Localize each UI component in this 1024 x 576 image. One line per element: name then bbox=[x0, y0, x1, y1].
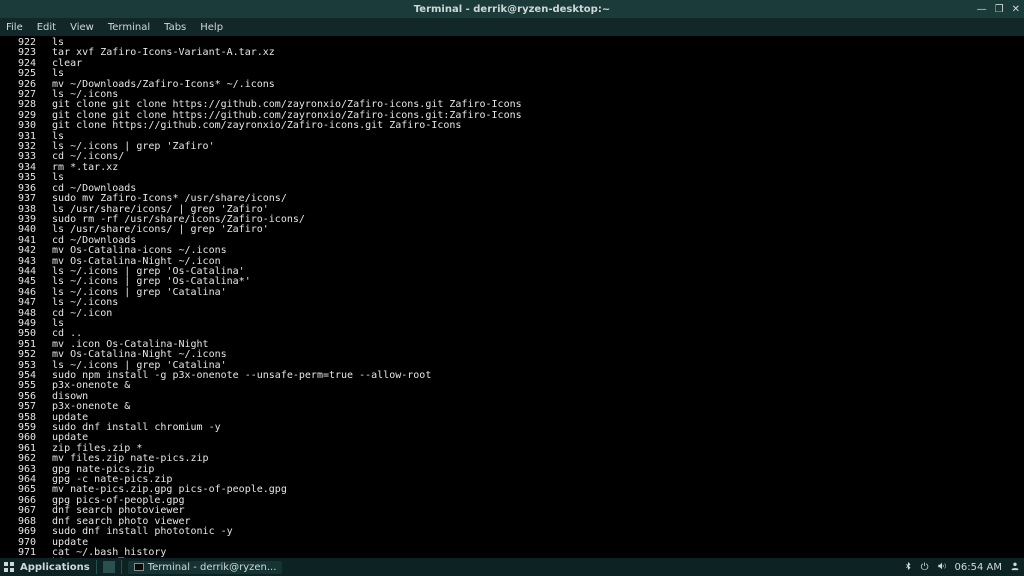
history-line: 959 sudo dnf install chromium -y bbox=[4, 423, 1024, 433]
history-command: git clone https://github.com/zayronxio/Z… bbox=[40, 121, 1024, 131]
taskbar-separator bbox=[96, 560, 97, 574]
user-menu-icon[interactable] bbox=[1010, 561, 1020, 574]
history-line: 969 sudo dnf install phototonic -y bbox=[4, 527, 1024, 537]
history-line: 930 git clone https://github.com/zayronx… bbox=[4, 121, 1024, 131]
history-command: sudo dnf install chromium -y bbox=[40, 423, 1024, 433]
history-line: 946 ls ~/.icons | grep 'Catalina' bbox=[4, 288, 1024, 298]
history-command: cat ~/.bash_history bbox=[40, 548, 1024, 558]
history-line: 962 mv files.zip nate-pics.zip bbox=[4, 454, 1024, 464]
history-command: ls /usr/share/icons/ | grep 'Zafiro' bbox=[40, 225, 1024, 235]
history-line: 924 clear bbox=[4, 59, 1024, 69]
history-command: ls bbox=[40, 173, 1024, 183]
history-command: sudo mv Zafiro-Icons* /usr/share/icons/ bbox=[40, 194, 1024, 204]
history-number: 942 bbox=[4, 246, 40, 256]
history-command: ls ~/.icons | grep 'Zafiro' bbox=[40, 142, 1024, 152]
terminal-icon bbox=[134, 563, 144, 571]
window-title: Terminal - derrik@ryzen-desktop:~ bbox=[414, 4, 610, 15]
history-command: cd ~/.icons/ bbox=[40, 152, 1024, 162]
task-label: Terminal - derrik@ryzen... bbox=[148, 562, 277, 573]
history-command: ls ~/.icons bbox=[40, 298, 1024, 308]
history-line: 942 mv Os-Catalina-icons ~/.icons bbox=[4, 246, 1024, 256]
taskbar-task-terminal[interactable]: Terminal - derrik@ryzen... bbox=[128, 561, 283, 574]
menu-file[interactable]: File bbox=[6, 22, 23, 33]
taskbar-separator bbox=[121, 560, 122, 574]
history-line: 937 sudo mv Zafiro-Icons* /usr/share/ico… bbox=[4, 194, 1024, 204]
menu-help[interactable]: Help bbox=[200, 22, 223, 33]
applications-button[interactable]: Applications bbox=[20, 562, 90, 573]
history-line: 926 mv ~/Downloads/Zafiro-Icons* ~/.icon… bbox=[4, 80, 1024, 90]
history-command: rm *.tar.xz bbox=[40, 163, 1024, 173]
history-line: 956 disown bbox=[4, 392, 1024, 402]
menu-view[interactable]: View bbox=[70, 22, 94, 33]
history-line: 940 ls /usr/share/icons/ | grep 'Zafiro' bbox=[4, 225, 1024, 235]
menu-bar: File Edit View Terminal Tabs Help bbox=[0, 18, 1024, 36]
close-button[interactable]: ✕ bbox=[1012, 4, 1020, 15]
minimize-button[interactable]: — bbox=[977, 4, 987, 15]
show-desktop-button[interactable] bbox=[103, 561, 115, 573]
history-command: sudo npm install -g p3x-onenote --unsafe… bbox=[40, 371, 1024, 381]
history-line: 932 ls ~/.icons | grep 'Zafiro' bbox=[4, 142, 1024, 152]
history-command: sudo dnf install phototonic -y bbox=[40, 527, 1024, 537]
volume-icon[interactable] bbox=[937, 561, 947, 574]
menu-tabs[interactable]: Tabs bbox=[164, 22, 186, 33]
history-command: clear bbox=[40, 59, 1024, 69]
history-command: gpg nate-pics.zip bbox=[40, 465, 1024, 475]
history-command: mv files.zip nate-pics.zip bbox=[40, 454, 1024, 464]
taskbar: Applications Terminal - derrik@ryzen... … bbox=[0, 558, 1024, 576]
menu-terminal[interactable]: Terminal bbox=[108, 22, 150, 33]
history-command: cd ~/.icon bbox=[40, 309, 1024, 319]
history-command: p3x-onenote & bbox=[40, 402, 1024, 412]
window-titlebar: Terminal - derrik@ryzen-desktop:~ — ❐ ✕ bbox=[0, 0, 1024, 18]
history-line: 935 ls bbox=[4, 173, 1024, 183]
history-command: mv ~/Downloads/Zafiro-Icons* ~/.icons bbox=[40, 80, 1024, 90]
clock[interactable]: 06:54 AM bbox=[955, 562, 1002, 573]
notification-icon[interactable]: ⏻ bbox=[921, 562, 929, 573]
history-line: 923 tar xvf Zafiro-Icons-Variant-A.tar.x… bbox=[4, 48, 1024, 58]
history-line: 947 ls ~/.icons bbox=[4, 298, 1024, 308]
history-line: 960 update bbox=[4, 433, 1024, 443]
history-line: 957 p3x-onenote & bbox=[4, 402, 1024, 412]
history-number: 937 bbox=[4, 194, 40, 204]
history-line: 948 cd ~/.icon bbox=[4, 309, 1024, 319]
history-line: 971 cat ~/.bash_history bbox=[4, 548, 1024, 558]
history-command: update bbox=[40, 538, 1024, 548]
bluetooth-icon[interactable] bbox=[903, 561, 913, 574]
maximize-button[interactable]: ❐ bbox=[995, 4, 1004, 15]
history-line: 954 sudo npm install -g p3x-onenote --un… bbox=[4, 371, 1024, 381]
history-number: 969 bbox=[4, 527, 40, 537]
history-command: p3x-onenote & bbox=[40, 381, 1024, 391]
window-controls: — ❐ ✕ bbox=[977, 4, 1020, 15]
history-number: 947 bbox=[4, 298, 40, 308]
applications-icon[interactable] bbox=[4, 562, 14, 572]
history-command: update bbox=[40, 433, 1024, 443]
history-command: gpg pics-of-people.gpg bbox=[40, 496, 1024, 506]
history-command: ls bbox=[40, 319, 1024, 329]
history-line: 933 cd ~/.icons/ bbox=[4, 152, 1024, 162]
history-command: ls ~/.icons | grep 'Catalina' bbox=[40, 288, 1024, 298]
history-line: 949 ls bbox=[4, 319, 1024, 329]
history-line: 934 rm *.tar.xz bbox=[4, 163, 1024, 173]
terminal-output[interactable]: 922 ls923 tar xvf Zafiro-Icons-Variant-A… bbox=[0, 36, 1024, 558]
history-command: mv nate-pics.zip.gpg pics-of-people.gpg bbox=[40, 485, 1024, 495]
history-command: tar xvf Zafiro-Icons-Variant-A.tar.xz bbox=[40, 48, 1024, 58]
history-command: disown bbox=[40, 392, 1024, 402]
history-command: mv Os-Catalina-icons ~/.icons bbox=[40, 246, 1024, 256]
menu-edit[interactable]: Edit bbox=[37, 22, 56, 33]
history-line: 955 p3x-onenote & bbox=[4, 381, 1024, 391]
